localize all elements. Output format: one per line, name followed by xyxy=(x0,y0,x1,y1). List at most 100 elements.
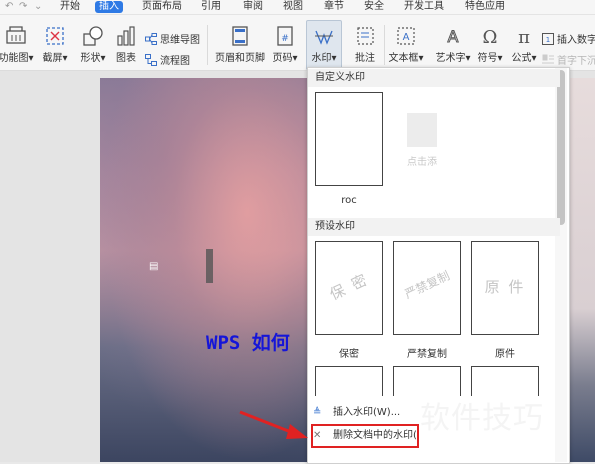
preset-watermark-row2-2[interactable] xyxy=(393,366,461,396)
bar-chart-icon xyxy=(117,26,135,46)
func-chart-label: 功能图 xyxy=(0,53,29,64)
custom-watermark-caption: roc xyxy=(341,195,357,206)
menu-tab-page-layout[interactable]: 页面布局 xyxy=(142,1,182,13)
symbol-label: 符号 xyxy=(477,53,498,64)
svg-text:Ω: Ω xyxy=(483,27,498,47)
page-number-label: 页码 xyxy=(272,53,293,64)
document-title-text[interactable]: WPS 如何 xyxy=(206,328,290,355)
textbox-icon: A xyxy=(397,27,415,45)
page-number-icon: # xyxy=(277,26,293,46)
formula-button[interactable]: π 公式▾ xyxy=(511,25,537,64)
preset-watermark-row2-1[interactable] xyxy=(315,366,383,396)
header-footer-label: 页眉和页脚 xyxy=(215,53,265,64)
document-page[interactable] xyxy=(100,78,310,462)
menu-tab-section[interactable]: 章节 xyxy=(324,1,344,13)
comment-button[interactable]: 批注 xyxy=(350,25,380,64)
menu-bar: ↶ ↷ ⌄ 开始 插入 页面布局 引用 审阅 视图 章节 安全 开发工具 特色应… xyxy=(0,0,595,15)
svg-text:#: # xyxy=(281,34,289,44)
undo-icon[interactable]: ↶ xyxy=(5,1,13,12)
ribbon-separator xyxy=(207,25,208,65)
menu-tab-special-apps[interactable]: 特色应用 xyxy=(465,1,505,13)
preset-watermark-row2-3[interactable] xyxy=(471,366,539,396)
text-cursor xyxy=(206,249,213,283)
header-footer-icon xyxy=(232,26,248,46)
art-text-button[interactable]: A 艺术字▾ xyxy=(434,25,472,65)
insert-number-label: 插入数字 xyxy=(557,35,595,46)
shapes-icon xyxy=(83,26,103,46)
remove-watermark-highlight xyxy=(311,424,419,448)
menu-tab-home[interactable]: 开始 xyxy=(60,1,80,13)
custom-watermark-header: 自定义水印 xyxy=(308,69,560,87)
watermark-icon xyxy=(315,30,333,45)
preset-watermark-original[interactable]: 原 件 xyxy=(471,241,539,335)
insert-number-button[interactable]: 1 插入数字 xyxy=(542,31,595,46)
func-chart-icon xyxy=(6,26,26,44)
drop-cap-icon xyxy=(542,54,554,63)
flowchart-label: 流程图 xyxy=(160,56,190,67)
preset-watermark-header: 预设水印 xyxy=(308,218,560,236)
preset-watermark-text: 原 件 xyxy=(484,278,526,296)
mindmap-label: 思维导图 xyxy=(160,35,200,46)
scissors-icon xyxy=(46,27,64,45)
preset-watermark-confidential[interactable]: 保 密 xyxy=(315,241,383,335)
first-letter-drop-label: 首字下沉 xyxy=(557,56,595,67)
svg-text:1: 1 xyxy=(546,36,550,44)
textbox-button[interactable]: A 文本框▾ xyxy=(388,25,424,64)
preset-watermark-no-copy[interactable]: 严禁复制 xyxy=(393,241,461,335)
svg-text:A: A xyxy=(448,27,459,46)
menu-tab-developer[interactable]: 开发工具 xyxy=(404,1,444,13)
screenshot-label: 截屏 xyxy=(42,53,63,64)
insert-watermark-icon: ≜ xyxy=(313,407,322,418)
add-placeholder-icon xyxy=(407,113,437,147)
ribbon-separator xyxy=(384,25,385,65)
shape-button[interactable]: 形状▾ xyxy=(78,25,108,64)
watermark-button[interactable]: 水印▾ xyxy=(307,25,341,64)
dropdown-scrollbar-thumb[interactable] xyxy=(557,70,565,225)
preset-caption-confidential: 保密 xyxy=(339,349,359,360)
header-footer-button[interactable]: 页眉和页脚 xyxy=(212,25,268,64)
flowchart-button[interactable]: 流程图 xyxy=(145,52,190,67)
preset-watermark-text: 保 密 xyxy=(326,270,372,304)
add-custom-watermark-button[interactable]: 点击添 xyxy=(399,113,445,171)
comment-icon xyxy=(357,27,374,45)
preset-caption-original: 原件 xyxy=(495,349,515,360)
symbol-button[interactable]: Ω 符号▾ xyxy=(475,25,505,64)
mindmap-icon xyxy=(145,32,157,45)
art-text-icon: A xyxy=(447,27,459,47)
textbox-label: 文本框 xyxy=(388,53,419,64)
shape-label: 形状 xyxy=(80,53,101,64)
menu-tab-view[interactable]: 视图 xyxy=(283,1,303,13)
insert-number-icon: 1 xyxy=(542,32,554,45)
chart-button[interactable]: 图表 xyxy=(113,25,139,64)
comment-label: 批注 xyxy=(355,53,375,64)
insert-watermark-label: 插入水印(W)... xyxy=(333,407,401,418)
chart-label: 图表 xyxy=(116,53,136,64)
add-custom-watermark-label: 点击添 xyxy=(407,157,437,168)
flowchart-icon xyxy=(145,53,157,66)
svg-text:A: A xyxy=(403,32,410,43)
site-brand-watermark: 软件技巧 xyxy=(420,401,544,436)
omega-icon: Ω xyxy=(483,27,498,47)
preset-watermark-text: 严禁复制 xyxy=(402,268,452,302)
func-chart-button[interactable]: 功能图▾ xyxy=(0,25,38,64)
custom-watermark-thumb[interactable] xyxy=(315,92,383,186)
watermark-label: 水印 xyxy=(311,53,332,64)
first-letter-drop-button[interactable]: 首字下沉 xyxy=(542,52,595,67)
ribbon-toolbar: 功能图▾ 截屏▾ 形状▾ 图表 思维导图 流程图 页眉和页脚 # 页码▾ 水印▾… xyxy=(0,15,595,71)
menu-tab-references[interactable]: 引用 xyxy=(201,1,221,13)
screenshot-button[interactable]: 截屏▾ xyxy=(41,25,69,64)
insert-watermark-menu-item[interactable]: ≜ 插入水印(W)... xyxy=(309,403,419,423)
red-arrow-icon xyxy=(239,410,308,439)
pi-icon: π xyxy=(518,27,530,47)
menu-tab-insert[interactable]: 插入 xyxy=(95,1,123,13)
svg-text:π: π xyxy=(518,27,530,47)
art-text-label: 艺术字 xyxy=(435,53,466,64)
menu-tab-review[interactable]: 审阅 xyxy=(243,1,263,13)
customize-quick-access-icon[interactable]: ⌄ xyxy=(34,1,42,12)
paragraph-marker-icon: ▤ xyxy=(149,261,159,272)
formula-label: 公式 xyxy=(511,53,532,64)
menu-tab-security[interactable]: 安全 xyxy=(364,1,384,13)
mindmap-button[interactable]: 思维导图 xyxy=(145,31,200,46)
page-number-button[interactable]: # 页码▾ xyxy=(272,25,298,64)
redo-icon[interactable]: ↷ xyxy=(19,1,27,12)
